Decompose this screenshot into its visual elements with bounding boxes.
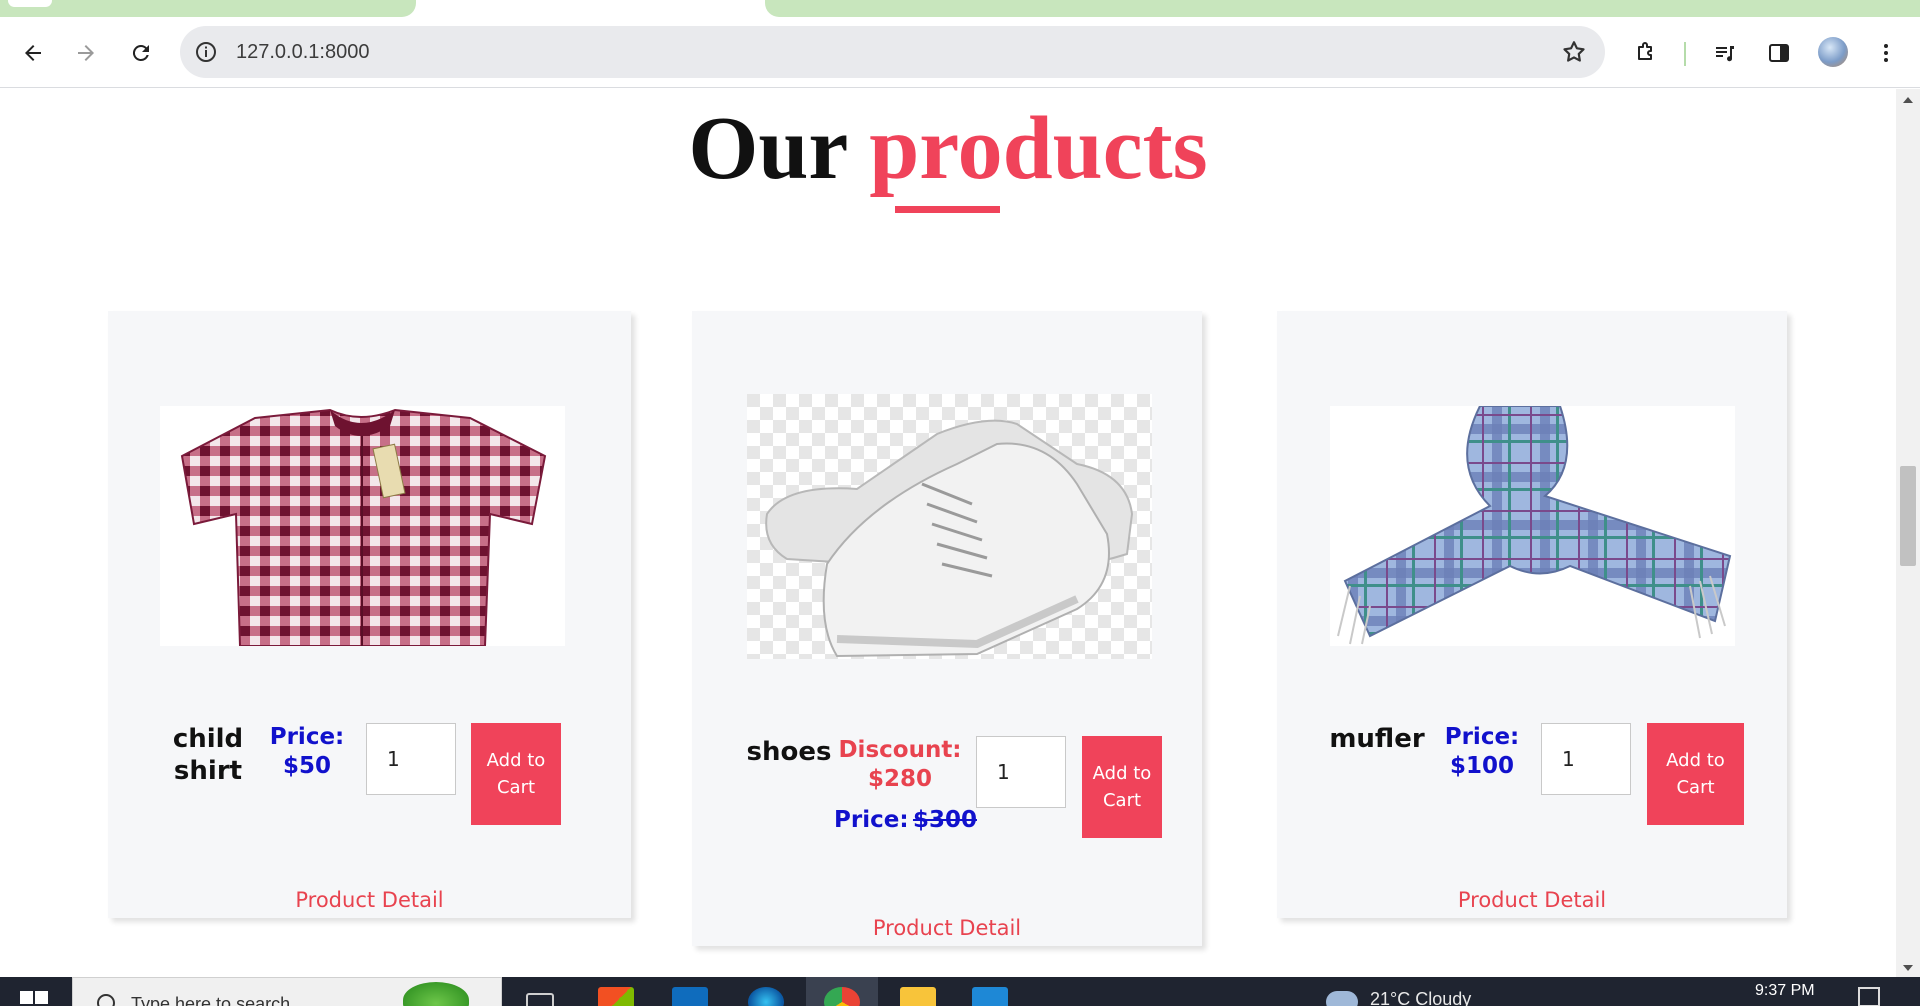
forward-button[interactable]: [66, 33, 106, 73]
bookmark-star-icon[interactable]: [1561, 39, 1587, 65]
product-detail-link[interactable]: Product Detail: [108, 888, 631, 912]
quantity-input[interactable]: [366, 723, 456, 795]
product-info-row: child shirt Price: $50 Add to Cart: [168, 723, 561, 825]
product-image[interactable]: [1330, 405, 1735, 646]
profile-avatar[interactable]: [1818, 37, 1848, 67]
scroll-down-arrow-icon[interactable]: [1903, 965, 1913, 971]
price-block: Discount: $280 Price: $300: [834, 736, 977, 835]
discount-label: Discount:: [838, 737, 962, 763]
arrow-right-icon: [78, 45, 94, 61]
price-block: Price: $50: [248, 723, 366, 781]
notification-icon[interactable]: [1858, 987, 1880, 1006]
add-to-cart-button[interactable]: Add to Cart: [1647, 723, 1744, 825]
product-image[interactable]: [160, 406, 565, 647]
microsoft-store-icon[interactable]: [598, 987, 634, 1006]
price-value: $100: [1449, 753, 1514, 779]
heading-underline: [895, 206, 1000, 213]
tab-background-right[interactable]: [765, 0, 1920, 17]
playlist-music-icon: [1716, 46, 1734, 62]
side-panel-icon: [1769, 44, 1789, 62]
product-detail-link[interactable]: Product Detail: [1277, 888, 1787, 912]
mail-icon[interactable]: [672, 987, 708, 1006]
browser-toolbar: 127.0.0.1:8000: [0, 18, 1920, 88]
windows-start-icon[interactable]: [20, 991, 50, 1006]
chrome-browser-icon: [824, 987, 860, 1006]
product-name: shoes: [746, 737, 832, 767]
section-heading: Our products: [0, 99, 1896, 199]
product-card: child shirt Price: $50 Add to Cart Produ…: [108, 311, 631, 918]
scroll-up-arrow-icon[interactable]: [1903, 97, 1913, 103]
taskbar-search-box[interactable]: Type here to search: [72, 977, 502, 1006]
price-value-struck: $300: [912, 807, 977, 833]
price-label: Price:: [834, 807, 909, 833]
arrow-left-icon: [25, 45, 41, 61]
chrome-taskbar-item[interactable]: [806, 977, 878, 1006]
product-card: mufler Price: $100 Add to Cart Product D…: [1277, 311, 1787, 918]
toolbar-divider: [1684, 42, 1686, 66]
product-name: mufler: [1329, 724, 1425, 754]
plaid-scarf-image: [1337, 405, 1732, 645]
product-detail-link[interactable]: Product Detail: [692, 916, 1202, 940]
search-icon: [97, 994, 115, 1006]
tab-strip: [0, 0, 1920, 18]
search-placeholder[interactable]: Type here to search: [131, 994, 290, 1006]
site-info-icon[interactable]: [194, 40, 218, 64]
add-to-cart-button[interactable]: Add to Cart: [471, 723, 561, 825]
side-panel-button[interactable]: [1759, 33, 1799, 73]
tab-background-left[interactable]: [0, 0, 416, 17]
heading-dark-word: Our: [688, 99, 847, 198]
add-to-cart-button[interactable]: Add to Cart: [1082, 736, 1162, 838]
puzzle-icon: [1638, 42, 1652, 60]
browser-menu-button[interactable]: [1866, 33, 1906, 73]
taskbar-clock[interactable]: 9:37 PM: [1755, 982, 1815, 1000]
vscode-icon[interactable]: [972, 987, 1008, 1006]
plaid-shirt-image: [180, 408, 547, 647]
price-label: Price:: [269, 724, 345, 750]
quantity-input[interactable]: [1541, 723, 1631, 795]
more-vertical-icon: [1884, 44, 1888, 62]
address-bar[interactable]: 127.0.0.1:8000: [180, 26, 1605, 78]
heading-accent-word: products: [869, 99, 1208, 198]
active-tab[interactable]: [8, 0, 52, 7]
discount-price: $280: [867, 766, 932, 792]
product-info-row: shoes Discount: $280 Price: $300 Add to …: [744, 736, 1162, 838]
url-text[interactable]: 127.0.0.1:8000: [236, 41, 369, 64]
weather-text[interactable]: 21°C Cloudy: [1370, 989, 1471, 1006]
product-image[interactable]: [747, 394, 1152, 659]
price-label: Price:: [1444, 724, 1520, 750]
media-controls-button[interactable]: [1705, 33, 1745, 73]
scrollbar-thumb[interactable]: [1900, 466, 1916, 566]
page-scrollbar[interactable]: [1896, 89, 1920, 977]
back-button[interactable]: [13, 33, 53, 73]
product-name: child shirt: [172, 724, 244, 786]
weather-cloud-icon[interactable]: [1326, 991, 1358, 1006]
quantity-input[interactable]: [976, 736, 1066, 808]
extensions-button[interactable]: [1626, 33, 1666, 73]
price-block: Price: $100: [1427, 723, 1537, 781]
reload-button[interactable]: [121, 33, 161, 73]
price-value: $50: [282, 753, 331, 779]
windows-taskbar: Type here to search 21°C Cloudy 9:37 PM: [0, 977, 1920, 1006]
reload-icon: [132, 44, 149, 61]
original-price: Price: $300: [834, 806, 977, 835]
white-sneakers-image: [747, 394, 1152, 659]
product-info-row: mufler Price: $100 Add to Cart: [1327, 723, 1744, 825]
frog-illustration-icon: [403, 982, 469, 1006]
edge-browser-icon[interactable]: [748, 987, 784, 1006]
file-explorer-icon[interactable]: [900, 987, 936, 1006]
task-view-icon[interactable]: [526, 993, 554, 1006]
page-content: Our products child shirt Price: $50 1 Ad…: [0, 89, 1896, 977]
product-card: shoes Discount: $280 Price: $300 Add to …: [692, 311, 1202, 946]
